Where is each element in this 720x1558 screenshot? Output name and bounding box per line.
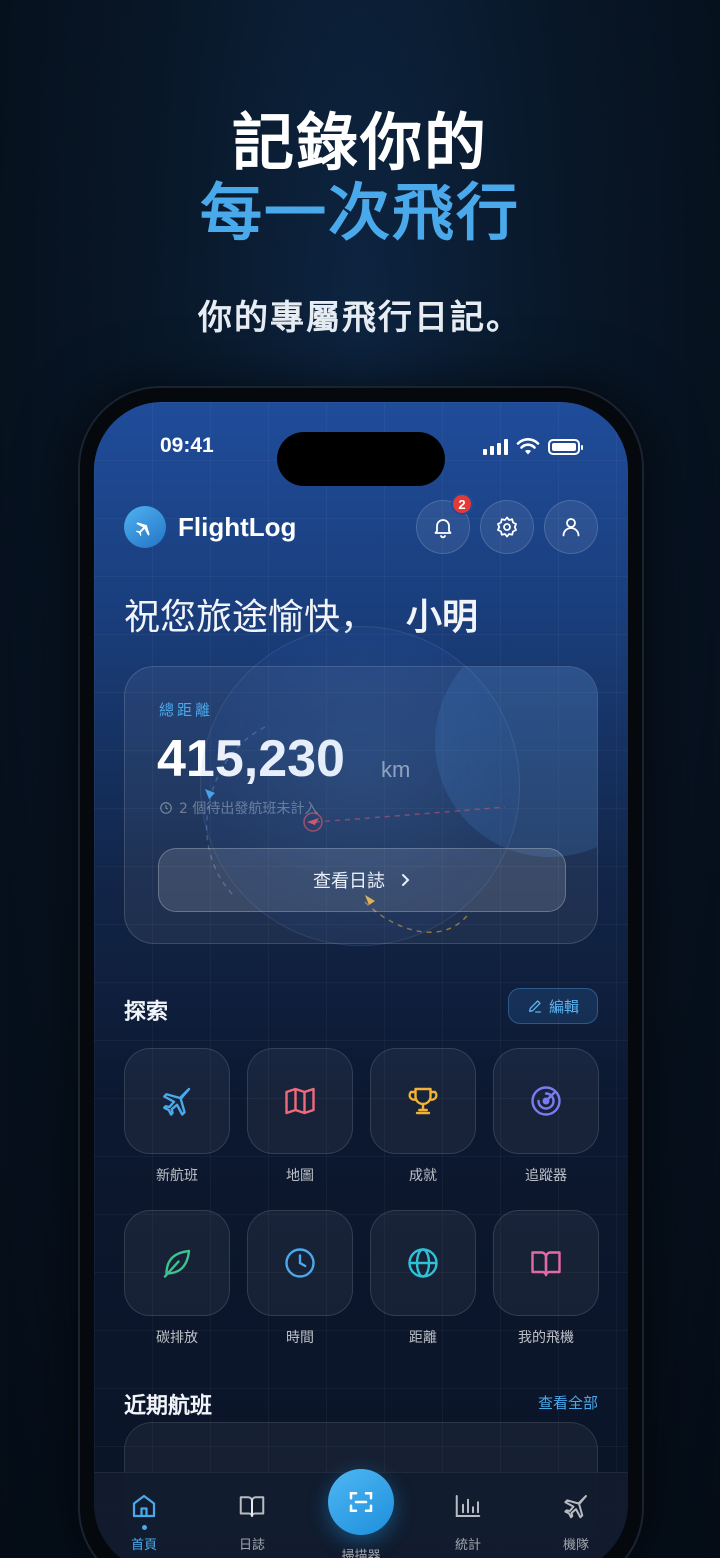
clock-icon [160, 802, 172, 814]
status-time: 09:41 [160, 434, 214, 457]
edit-button[interactable]: 編輯 [508, 988, 598, 1024]
tile-label: 追蹤器 [525, 1168, 567, 1184]
view-log-button[interactable]: 查看日誌 [158, 848, 566, 912]
clock-icon [285, 1248, 315, 1278]
tab-log[interactable]: 日誌 [212, 1491, 292, 1553]
tab-label: 首頁 [130, 1538, 157, 1553]
status-bar: 09:41 [94, 430, 628, 486]
wifi-icon [516, 438, 540, 455]
tile-map[interactable] [247, 1048, 353, 1154]
active-indicator [141, 1525, 147, 1530]
view-log-label: 查看日誌 [313, 871, 385, 892]
tile-label: 時間 [286, 1330, 314, 1346]
dynamic-island [277, 432, 445, 486]
scan-icon [349, 1492, 373, 1512]
bar-chart-icon [455, 1495, 481, 1517]
tab-stats[interactable]: 統計 [428, 1491, 508, 1553]
tile-distance[interactable] [370, 1210, 476, 1316]
pending-flights-text: 2 個待出發航班未計入 [179, 801, 319, 817]
greeting: 祝您旅途愉快， 小明 [124, 588, 478, 640]
notification-badge: 2 [451, 493, 473, 515]
leaf-icon [163, 1249, 191, 1278]
plane-icon [564, 1495, 587, 1519]
tile-label: 碳排放 [156, 1330, 198, 1346]
tile-label: 新航班 [156, 1168, 198, 1184]
tab-home[interactable]: 首頁 [104, 1491, 184, 1553]
app-header: FlightLog 2 [122, 493, 600, 556]
pencil-icon [528, 1000, 541, 1013]
phone-frame: 09:41 FlightLog 2 祝您旅途愉快， 小明 總距離 415,230… [80, 388, 642, 1558]
greeting-text: 祝您旅途愉快， [124, 597, 377, 638]
tile-time[interactable] [247, 1210, 353, 1316]
settings-button[interactable] [480, 500, 534, 554]
user-icon [562, 518, 580, 537]
battery-icon [548, 439, 583, 455]
tile-label: 我的飛機 [518, 1330, 574, 1346]
app-logo-icon [124, 506, 166, 548]
plane-icon [163, 1087, 191, 1116]
total-distance-value: 415,230 [157, 730, 345, 788]
tab-label: 機隊 [562, 1538, 589, 1553]
status-icons [483, 438, 583, 456]
promo-subtitle: 你的專屬飛行日記。 [198, 298, 522, 338]
tile-label: 距離 [409, 1330, 437, 1346]
tile-new-flight[interactable] [124, 1048, 230, 1154]
recent-flights-title: 近期航班 [124, 1394, 213, 1419]
book-icon [239, 1496, 265, 1517]
user-name: 小明 [406, 597, 479, 638]
distance-summary-card: 總距離 415,230 km 2 個待出發航班未計入 查看日誌 [124, 666, 598, 944]
book-icon [531, 1251, 561, 1277]
gear-icon [497, 516, 517, 538]
tile-tracker[interactable] [493, 1048, 599, 1154]
edit-label: 編輯 [548, 997, 579, 1016]
view-all-link[interactable]: 查看全部 [538, 1392, 598, 1413]
radar-icon [531, 1086, 561, 1116]
profile-button[interactable] [544, 500, 598, 554]
tab-label: 日誌 [238, 1538, 265, 1553]
app-screen: 09:41 FlightLog 2 祝您旅途愉快， 小明 總距離 415,230… [94, 402, 628, 1558]
trophy-icon [408, 1087, 438, 1115]
signal-icon [483, 439, 508, 455]
tile-label: 成就 [409, 1168, 437, 1184]
app-name: FlightLog [178, 512, 297, 542]
tab-label: 統計 [454, 1538, 481, 1553]
chevron-right-icon [402, 874, 410, 886]
tile-label: 地圖 [286, 1168, 314, 1184]
tile-my-aircraft[interactable] [493, 1210, 599, 1316]
home-icon [132, 1494, 156, 1518]
tab-scanner-button[interactable] [328, 1469, 394, 1535]
promo-banner: 記錄你的 每一次飛行 你的專屬飛行日記。 [0, 0, 720, 390]
background-grid [94, 402, 628, 1558]
distance-unit: km [381, 757, 411, 782]
explore-title: 探索 [124, 1000, 169, 1025]
distance-label: 總距離 [159, 701, 214, 719]
globe-icon [408, 1248, 438, 1278]
tab-scanner-label: 掃描器 [341, 1549, 381, 1558]
notifications-button[interactable]: 2 [416, 493, 473, 554]
pending-flights-note: 2 個待出發航班未計入 [159, 798, 318, 818]
map-icon [285, 1087, 315, 1115]
tab-bar: 首頁 日誌 掃描器 統計 機隊 [94, 1469, 628, 1558]
tile-achievements[interactable] [370, 1048, 476, 1154]
bell-icon [434, 519, 452, 539]
tab-fleet[interactable]: 機隊 [536, 1491, 616, 1553]
tile-carbon[interactable] [124, 1210, 230, 1316]
promo-title-line2: 每一次飛行 [199, 176, 520, 249]
